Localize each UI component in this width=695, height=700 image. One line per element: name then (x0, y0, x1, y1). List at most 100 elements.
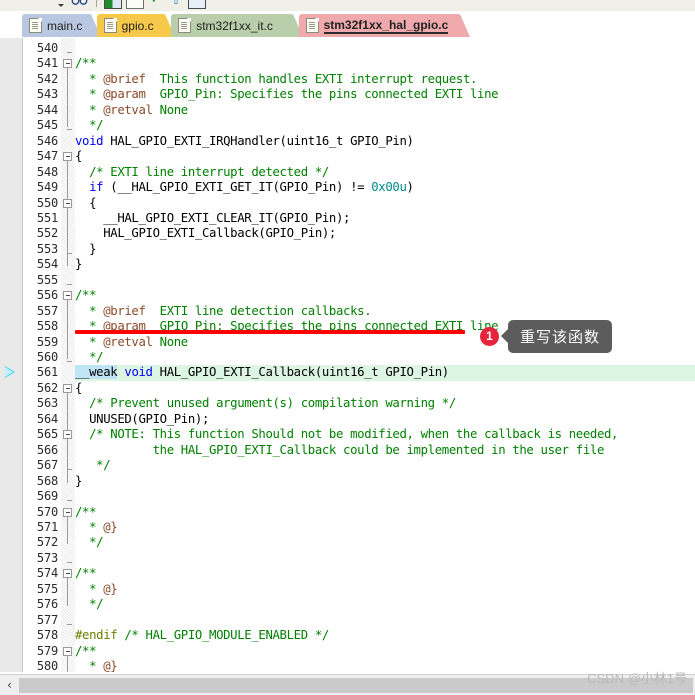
bookmark-margin[interactable] (0, 38, 23, 672)
fold-end-tick (67, 361, 72, 362)
line-number-gutter: 540 541 542 543 544 545 546 547 548 549 550 551 552 5… (23, 38, 61, 672)
line-number: 556 (36, 288, 58, 303)
checkmark-down-icon[interactable]: ✓ (148, 0, 164, 8)
line-number: 575 (36, 581, 58, 596)
annotation-underline (75, 330, 465, 334)
code-token: @brief (103, 71, 146, 86)
code-line[interactable]: } (75, 474, 82, 489)
code-line[interactable]: * @brief This function handles EXTI inte… (75, 72, 477, 87)
fold-collapse-box[interactable] (63, 291, 72, 301)
code-line[interactable]: __HAL_GPIO_EXTI_CLEAR_IT(GPIO_Pin); (75, 211, 350, 226)
code-line[interactable]: /** (75, 566, 97, 581)
code-line[interactable]: { (75, 381, 82, 396)
code-token: the HAL_GPIO_EXTI_Callback could be impl… (75, 442, 605, 457)
fold-collapse-box[interactable] (63, 430, 72, 440)
fold-collapse-box[interactable] (63, 383, 72, 393)
fold-collapse-box[interactable] (63, 646, 72, 656)
line-number: 576 (36, 597, 58, 612)
editor-tab-stm32f1xx-it-c[interactable]: stm32f1xx_it.c (171, 14, 303, 37)
code-token: @brief (103, 303, 146, 318)
line-number: 566 (36, 442, 58, 457)
fold-end-tick (67, 52, 72, 53)
code-line[interactable]: __weak void HAL_GPIO_EXTI_Callback(uint1… (75, 365, 449, 380)
code-token: * (75, 581, 104, 596)
code-line[interactable]: /** (75, 56, 97, 71)
dropdown-arrow-icon[interactable] (55, 0, 67, 8)
code-token: @} (103, 581, 118, 596)
fold-collapse-box[interactable] (63, 152, 72, 162)
checkmark-box-icon[interactable] (188, 0, 206, 9)
editor-tab-main-c[interactable]: main.c (22, 14, 101, 37)
fold-guide-line (67, 436, 68, 468)
code-token: __weak (75, 365, 118, 380)
code-text-area[interactable]: /** * @brief This function handles EXTI … (75, 38, 695, 672)
line-number: 555 (36, 272, 58, 287)
code-line[interactable]: /** (75, 644, 97, 659)
code-line[interactable]: if (__HAL_GPIO_EXTI_GET_IT(GPIO_Pin) != … (75, 180, 414, 195)
code-line[interactable]: /* Prevent unused argument(s) compilatio… (75, 396, 456, 411)
code-line[interactable]: HAL_GPIO_EXTI_Callback(GPIO_Pin); (75, 226, 336, 241)
line-number: 552 (36, 226, 58, 241)
code-line[interactable]: */ (75, 597, 103, 612)
code-line[interactable]: UNUSED(GPIO_Pin); (75, 412, 209, 427)
fold-guide-line (67, 204, 68, 251)
code-token: if (89, 180, 104, 195)
code-line[interactable]: void HAL_GPIO_EXTI_IRQHandler(uint16_t G… (75, 134, 414, 149)
code-token: */ (75, 350, 104, 364)
code-line[interactable]: * @} (75, 659, 118, 672)
code-line[interactable]: */ (75, 458, 110, 473)
fold-collapse-box[interactable] (63, 507, 72, 517)
code-line[interactable]: */ (75, 118, 103, 133)
code-token: * (75, 87, 104, 102)
line-number: 565 (36, 427, 58, 442)
toolbar-separator (96, 0, 97, 7)
line-number: 571 (36, 519, 58, 534)
bookmark-green-icon[interactable] (104, 0, 122, 9)
code-token: This function handles EXTI interrupt req… (145, 71, 478, 86)
arrow-up-icon[interactable]: ⇧ (168, 0, 184, 8)
editor-tab-gpio-c[interactable]: gpio.c (96, 14, 175, 37)
code-editor[interactable]: 540 541 542 543 544 545 546 547 548 549 550 551 552 5… (0, 38, 695, 672)
fold-collapse-box[interactable] (63, 198, 72, 208)
fold-guide-line (67, 65, 68, 128)
code-token: @param (103, 87, 146, 102)
line-number: 560 (36, 350, 58, 364)
line-number: 550 (36, 195, 58, 210)
code-line[interactable]: the HAL_GPIO_EXTI_Callback could be impl… (75, 442, 605, 458)
code-line[interactable]: /** (75, 504, 97, 520)
code-line[interactable]: * @retval None (75, 103, 188, 118)
code-line[interactable]: * @} (75, 520, 118, 535)
blank-page-icon[interactable] (126, 0, 144, 9)
document-icon (305, 18, 319, 33)
fold-collapse-box[interactable] (63, 59, 72, 69)
fold-collapse-box[interactable] (63, 569, 72, 579)
code-line[interactable]: * @param GPIO_Pin: Specifies the pins co… (75, 87, 498, 102)
code-line[interactable]: */ (75, 535, 103, 550)
code-line[interactable]: /* NOTE: This function Should not be mod… (75, 427, 618, 442)
code-folding-margin[interactable] (61, 38, 75, 672)
bookmark-arrow-icon[interactable] (5, 366, 15, 379)
code-token: /** (75, 504, 97, 519)
code-line[interactable]: { (75, 149, 82, 164)
line-number: 557 (36, 303, 58, 318)
line-number: 547 (36, 149, 58, 164)
code-line[interactable]: /** (75, 288, 97, 303)
code-line[interactable]: * @brief EXTI line detection callbacks. (75, 303, 372, 319)
editor-tab-stm32f1xx-hal-gpio-c[interactable]: stm32f1xx_hal_gpio.c (298, 14, 470, 37)
line-number: 548 (36, 164, 58, 179)
line-number: 546 (36, 133, 58, 148)
code-line[interactable]: #endif /* HAL_GPIO_MODULE_ENABLED */ (75, 628, 329, 643)
code-line[interactable]: * @} (75, 581, 118, 597)
code-token: EXTI line detection callbacks. (145, 303, 372, 318)
code-line[interactable]: /* EXTI line interrupt detected */ (75, 165, 329, 180)
scroll-left-arrow-icon[interactable]: ‹ (0, 675, 19, 695)
code-line[interactable]: */ (75, 350, 103, 365)
binoculars-icon[interactable] (71, 0, 89, 8)
code-line[interactable]: } (75, 242, 96, 257)
line-number: 577 (36, 612, 58, 627)
fold-end-tick (67, 623, 72, 625)
code-line[interactable]: } (75, 257, 82, 272)
code-line[interactable]: { (75, 196, 96, 211)
code-line[interactable]: * @retval None (75, 335, 188, 350)
code-token: @retval (103, 102, 153, 117)
